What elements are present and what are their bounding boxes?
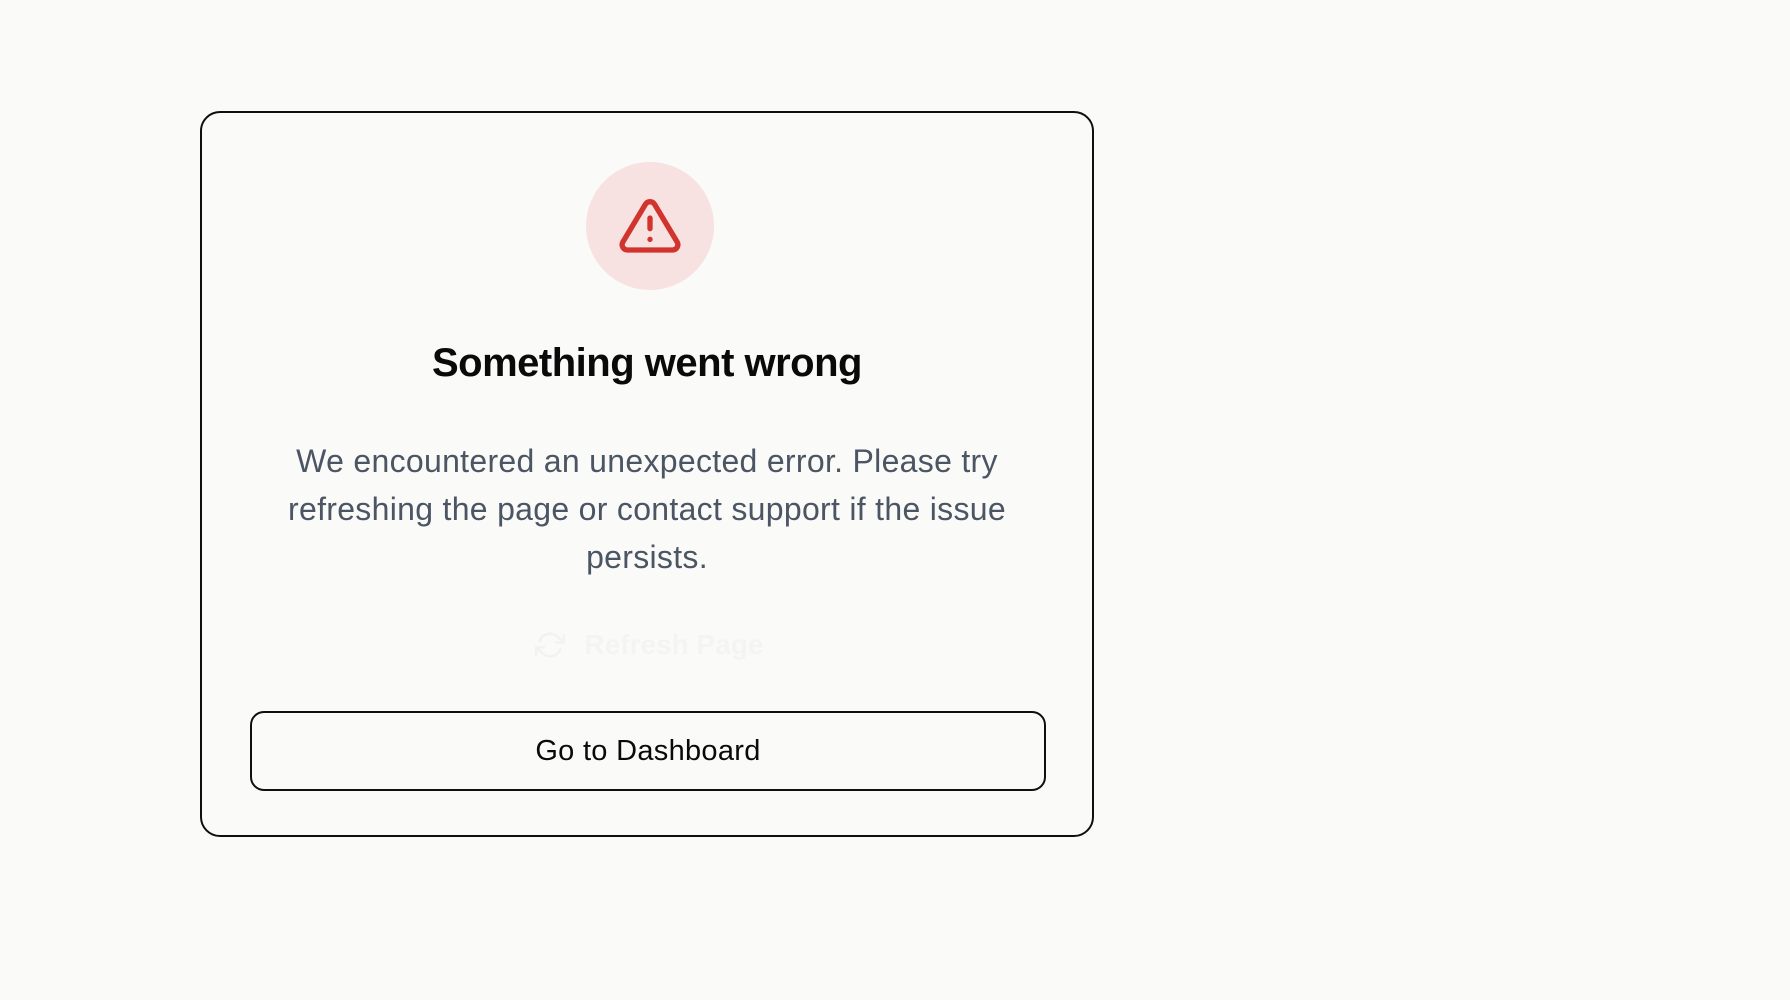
refresh-page-label: Refresh Page — [584, 629, 764, 660]
go-to-dashboard-label: Go to Dashboard — [535, 734, 761, 767]
go-to-dashboard-button[interactable]: Go to Dashboard — [250, 711, 1046, 791]
error-card: Something went wrong We encountered an u… — [200, 111, 1094, 837]
error-title: Something went wrong — [432, 341, 862, 385]
alert-triangle-icon — [619, 199, 681, 253]
error-message: We encountered an unexpected error. Plea… — [288, 443, 1006, 575]
refresh-icon — [534, 632, 565, 658]
error-icon-badge — [586, 162, 714, 290]
refresh-page-button[interactable]: Refresh Page — [522, 621, 776, 669]
